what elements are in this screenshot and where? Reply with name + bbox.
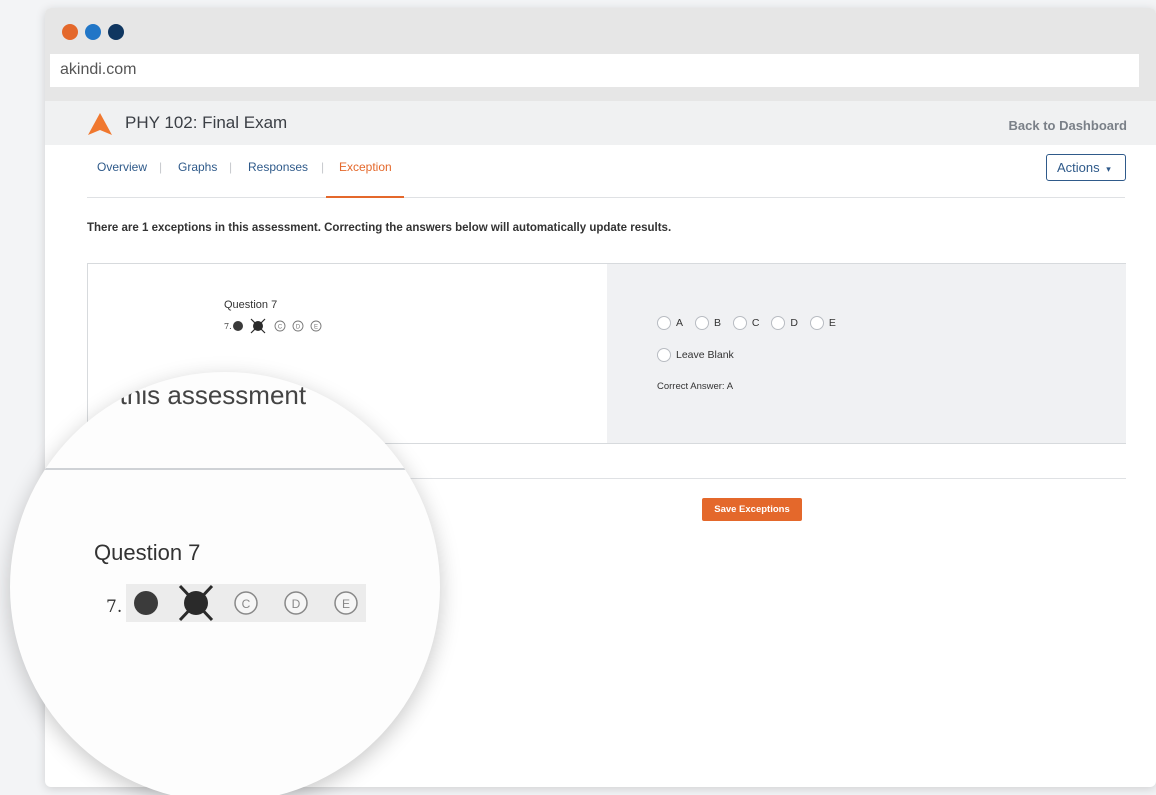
option-e[interactable]: E: [809, 316, 836, 330]
maximize-window-icon[interactable]: [108, 24, 124, 40]
radio-icon[interactable]: [732, 316, 747, 330]
tab-exception[interactable]: Exception: [339, 160, 392, 174]
magnified-bubble-letter: D: [292, 597, 301, 611]
tab-responses[interactable]: Responses: [248, 160, 308, 174]
option-label: E: [828, 317, 836, 329]
exceptions-notice: There are 1 exceptions in this assessmen…: [87, 222, 672, 234]
tab-separator: |: [229, 160, 233, 174]
page-title: PHY 102: Final Exam: [125, 113, 288, 132]
leave-blank-label: Leave Blank: [676, 349, 734, 361]
magnified-filled-bubble: [134, 591, 158, 615]
correct-answer-text: Correct Answer: A: [657, 381, 734, 392]
actions-label: Actions: [1057, 160, 1100, 175]
browser-chrome: akindi.com: [45, 8, 1156, 101]
magnified-bubble-letter: C: [242, 597, 251, 611]
filled-bubble-a: [233, 321, 243, 331]
magnified-answer-bubbles: 7. C D E: [106, 584, 366, 622]
magnifier-callout: n this assessment Question 7 7. C D E: [10, 372, 440, 795]
tab-overview[interactable]: Overview: [97, 160, 147, 174]
answer-options: A B C D E: [657, 316, 845, 333]
radio-icon[interactable]: [657, 348, 671, 362]
answer-correction-area: A B C D E Leave Blank Correct Answer: A: [607, 264, 1126, 443]
option-b[interactable]: B: [694, 316, 721, 330]
magnified-scan-number: 7.: [106, 597, 122, 617]
option-label: B: [713, 317, 721, 329]
radio-icon[interactable]: [809, 316, 824, 330]
tab-divider: [87, 197, 1125, 198]
minimize-window-icon[interactable]: [85, 24, 101, 40]
tab-graphs[interactable]: Graphs: [178, 160, 217, 174]
magnified-notice-fragment: n this assessment: [98, 380, 307, 410]
active-tab-indicator: [326, 196, 404, 198]
option-label: C: [751, 317, 760, 329]
option-a[interactable]: A: [657, 316, 683, 330]
magnified-bubble-letter: E: [342, 597, 350, 611]
magnified-question-title: Question 7: [94, 540, 201, 565]
option-d[interactable]: D: [771, 316, 798, 330]
option-c[interactable]: C: [732, 316, 760, 330]
bubble-letter: D: [296, 325, 301, 331]
option-label: A: [676, 317, 684, 329]
app-header: PHY 102: Final Exam Back to Dashboard: [45, 101, 1156, 145]
leave-blank-option[interactable]: Leave Blank: [657, 348, 734, 362]
triangle-logo-icon: [88, 113, 112, 135]
tab-separator: |: [321, 160, 325, 174]
actions-dropdown[interactable]: Actions ▾: [1046, 154, 1126, 181]
back-to-dashboard-link[interactable]: Back to Dashboard: [1009, 118, 1127, 133]
scan-number: 7.: [224, 322, 232, 331]
caret-down-icon: ▾: [1106, 164, 1111, 174]
bubble-letter: E: [314, 325, 318, 331]
address-bar[interactable]: akindi.com: [50, 54, 1139, 87]
save-exceptions-button[interactable]: Save Exceptions: [702, 498, 802, 521]
bubble-letter: C: [278, 325, 283, 331]
radio-icon[interactable]: [657, 316, 671, 330]
question-title: Question 7: [224, 299, 278, 311]
close-window-icon[interactable]: [62, 24, 78, 40]
scanned-answer-bubbles: 7. C D E: [224, 318, 322, 334]
magnified-divider: [10, 468, 405, 470]
radio-icon[interactable]: [694, 316, 709, 330]
radio-icon[interactable]: [771, 316, 786, 330]
option-label: D: [790, 317, 798, 329]
tab-separator: |: [159, 160, 163, 174]
